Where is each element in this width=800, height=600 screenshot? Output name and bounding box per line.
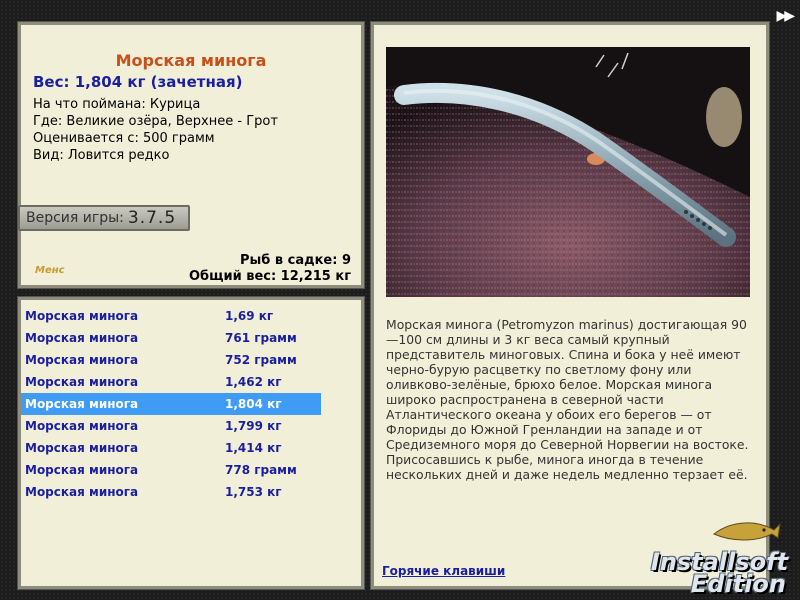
- description-panel: Морская минога (Petromyzon marinus) дост…: [370, 21, 770, 590]
- catch-list-item[interactable]: Морская минога 1,799 кг: [21, 415, 321, 437]
- catch-item-name: Морская минога: [25, 441, 139, 455]
- installsoft-logo: Installsoft Edition: [632, 516, 792, 598]
- catch-list-item[interactable]: Морская минога 1,753 кг: [21, 481, 321, 503]
- lamprey-photo-svg: [386, 47, 750, 297]
- catch-item-weight: 1,799 кг: [225, 419, 282, 433]
- version-label: Версия игры:: [26, 210, 124, 226]
- rated-from-line: Оценивается с: 500 грамм: [33, 131, 215, 146]
- total-weight: Общий вес: 12,215 кг: [188, 269, 351, 284]
- catch-item-name: Морская минога: [25, 463, 139, 477]
- catch-item-name: Морская минога: [25, 375, 139, 389]
- catch-item-weight: 778 грамм: [225, 463, 297, 477]
- catch-list-item[interactable]: Морская минога 1,804 кг: [21, 393, 321, 415]
- catch-list-item[interactable]: Морская минога 761 грамм: [21, 327, 321, 349]
- fish-info-panel: Морская минога Вес: 1,804 кг (зачетная) …: [17, 21, 365, 289]
- catch-item-name: Морская минога: [25, 353, 139, 367]
- catch-item-name: Морская минога: [25, 309, 139, 323]
- brand-line-2: Edition: [690, 570, 786, 598]
- catch-list-panel: Морская минога 1,69 кг Морская минога 761 г…: [17, 296, 365, 590]
- catch-list-item[interactable]: Морская минога 1,69 кг: [21, 305, 321, 327]
- catch-list-item[interactable]: Морская минога 778 грамм: [21, 459, 321, 481]
- catch-list: Морская минога 1,69 кг Морская минога 761 г…: [21, 305, 321, 503]
- fast-forward-icon[interactable]: ▶▶: [776, 8, 794, 24]
- bait-line: На что поймана: Курица: [33, 97, 201, 112]
- catch-item-weight: 1,753 кг: [225, 485, 282, 499]
- fish-description: Морская минога (Petromyzon marinus) дост…: [386, 317, 749, 482]
- catch-item-name: Морская минога: [25, 331, 139, 345]
- catch-item-weight: 761 грамм: [225, 331, 297, 345]
- location-line: Где: Великие озёра, Верхнее - Грот: [33, 114, 278, 129]
- fish-weight: Вес: 1,804 кг (зачетная): [33, 73, 243, 91]
- catch-item-weight: 1,804 кг: [225, 397, 282, 411]
- catch-list-item[interactable]: Морская минога 1,414 кг: [21, 437, 321, 459]
- catch-list-item[interactable]: Морская минога 752 грамм: [21, 349, 321, 371]
- catch-list-item[interactable]: Морская минога 1,462 кг: [21, 371, 321, 393]
- fish-logo-icon: [713, 522, 781, 541]
- catch-item-name: Морская минога: [25, 485, 139, 499]
- catch-item-weight: 752 грамм: [225, 353, 297, 367]
- version-number: 3.7.5: [127, 208, 177, 228]
- lamprey-photo: [386, 47, 750, 297]
- fish-name-title: Морская минога: [115, 51, 267, 70]
- catch-item-weight: 1,69 кг: [225, 309, 274, 323]
- rarity-line: Вид: Ловится редко: [33, 148, 170, 163]
- cage-count: Рыб в садке: 9: [239, 253, 351, 268]
- version-badge: Версия игры: 3.7.5: [18, 205, 190, 231]
- catch-item-weight: 1,414 кг: [225, 441, 282, 455]
- catch-item-name: Морская минога: [25, 397, 139, 411]
- catch-item-weight: 1,462 кг: [225, 375, 282, 389]
- small-logo: Менс: [35, 265, 65, 276]
- catch-item-name: Морская минога: [25, 419, 139, 433]
- hotkeys-link[interactable]: Горячие клавиши: [382, 564, 505, 578]
